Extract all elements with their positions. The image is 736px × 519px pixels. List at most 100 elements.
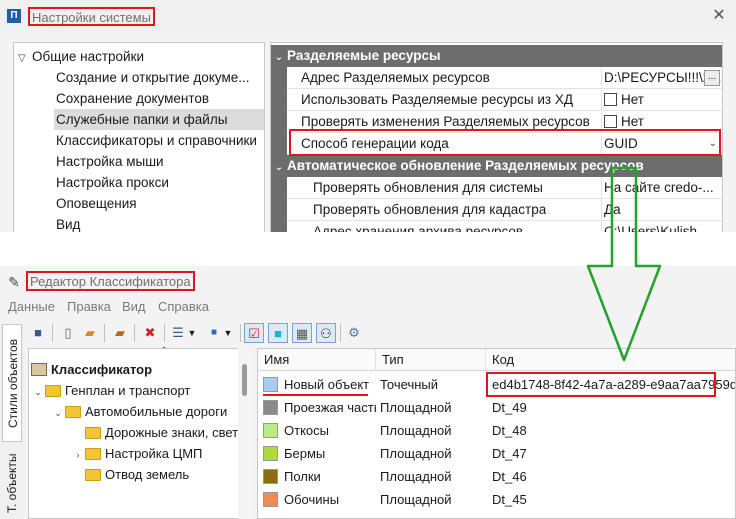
tree-scrollbar[interactable] bbox=[238, 348, 252, 519]
select-value: GUID bbox=[604, 136, 638, 151]
new-document-icon[interactable]: ▯ bbox=[58, 323, 78, 343]
table-row[interactable]: Бермы Площадной Dt_47 bbox=[258, 442, 735, 465]
open-folder-icon[interactable]: ▰ bbox=[110, 323, 130, 343]
cell-code: ed4b1748-8f42-4a7a-a289-e9aa7aa7959d bbox=[492, 377, 736, 392]
tab-object-styles[interactable]: Стили объектов bbox=[2, 324, 22, 442]
col-header-name[interactable]: Имя bbox=[258, 349, 376, 371]
close-icon[interactable]: ✕ bbox=[708, 5, 730, 27]
chevron-right-icon[interactable]: › bbox=[71, 445, 85, 466]
delete-icon[interactable]: ✖ bbox=[140, 323, 160, 343]
chevron-down-icon[interactable]: ▽ bbox=[18, 50, 32, 68]
cell-type: Точечный bbox=[380, 377, 438, 392]
tree-item[interactable]: Настройка прокси bbox=[54, 172, 264, 193]
table-row[interactable]: Проезжая часть Площадной Dt_49 bbox=[258, 396, 735, 419]
prop-row-check-changes[interactable]: Проверять изменения Разделяемых ресурсов… bbox=[271, 111, 722, 133]
checkbox[interactable] bbox=[604, 93, 617, 106]
prop-row-archive-address[interactable]: Адрес хранения архива ресурсов C:\Users\… bbox=[271, 221, 722, 232]
tree-node[interactable]: Дорожные знаки, свет bbox=[71, 422, 238, 443]
menu-help[interactable]: Справка bbox=[158, 297, 209, 317]
tree-root-general[interactable]: ▽ Общие настройки bbox=[18, 48, 144, 66]
prop-value[interactable]: На сайте credo-... bbox=[601, 177, 722, 199]
tree-item-selected[interactable]: Служебные папки и файлы bbox=[54, 109, 264, 130]
tree-root-label: Классификатор bbox=[51, 362, 153, 377]
col-header-code[interactable]: Код bbox=[486, 349, 735, 371]
tree-root-classifier[interactable]: Классификатор bbox=[31, 359, 152, 380]
category-label: Автоматическое обновление Разделяемых ре… bbox=[287, 158, 644, 173]
folder-icon bbox=[85, 469, 101, 481]
menu-edit[interactable]: Правка bbox=[67, 297, 111, 317]
tree-node[interactable]: ⌄ Автомобильные дороги bbox=[51, 401, 227, 422]
table-row[interactable]: Откосы Площадной Dt_48 bbox=[258, 419, 735, 442]
binoculars-icon[interactable]: ⚇ bbox=[316, 323, 336, 343]
save-icon[interactable]: ■ bbox=[28, 323, 48, 343]
menu-data[interactable]: Данные bbox=[8, 297, 55, 317]
chevron-down-icon[interactable]: ▼ bbox=[186, 323, 198, 343]
chevron-down-icon[interactable]: ⌄ bbox=[31, 382, 45, 403]
table-row[interactable]: Обочины Площадной Dt_45 bbox=[258, 488, 735, 511]
collapse-icon[interactable]: ⌄ bbox=[271, 47, 287, 69]
menu-view[interactable]: Вид bbox=[122, 297, 146, 317]
prop-value-check-changes[interactable]: Нет bbox=[601, 111, 722, 133]
toolbar-separator bbox=[134, 324, 135, 342]
prop-row-update-cadastre[interactable]: Проверять обновления для кадастра Да bbox=[271, 199, 722, 221]
col-header-type[interactable]: Тип bbox=[376, 349, 486, 371]
row-gutter bbox=[271, 133, 287, 155]
checkbox-label: Нет bbox=[621, 92, 644, 107]
tile-icon[interactable]: ▦ bbox=[292, 323, 312, 343]
tree-node[interactable]: ⌄ Генплан и транспорт bbox=[31, 380, 190, 401]
prop-value-address[interactable]: D:\РЕСУРСЫ!!!\2... ... bbox=[601, 67, 722, 89]
browse-button[interactable]: ... bbox=[704, 70, 720, 86]
classifier-tree: Классификатор ⌄ Генплан и транспорт ⌄ Авто… bbox=[28, 348, 250, 519]
toolbar: ■ ▯ ▰ ▰ ✖ ☰ ▼ ■ ▼ ☑ ■ ▦ ⚇ ⚙ bbox=[28, 320, 736, 346]
tree-node-label: Генплан и транспорт bbox=[65, 383, 191, 398]
chevron-down-icon[interactable]: ⌄ bbox=[709, 133, 717, 155]
tree-node[interactable]: Отвод земель bbox=[71, 464, 189, 485]
prop-value-use-shared[interactable]: Нет bbox=[601, 89, 722, 111]
prop-row-update-system[interactable]: Проверять обновления для системы На сайт… bbox=[271, 177, 722, 199]
small-square-icon[interactable]: ■ bbox=[204, 323, 224, 343]
settings-titlebar: П Настройки системы ✕ bbox=[0, 0, 736, 32]
network-icon[interactable]: ⚙ bbox=[344, 323, 364, 343]
code-generation-select[interactable]: GUID ⌄ bbox=[601, 133, 722, 155]
prop-name: Использовать Разделяемые ресурсы из ХД bbox=[301, 92, 574, 107]
tree-item[interactable]: Вид bbox=[54, 214, 264, 232]
prop-row-code-generation[interactable]: Способ генерации кода GUID ⌄ bbox=[271, 133, 722, 155]
chevron-down-icon[interactable]: ⌄ bbox=[51, 403, 65, 424]
tree-node-label: Отвод земель bbox=[105, 467, 190, 482]
prop-row-use-shared[interactable]: Использовать Разделяемые ресурсы из ХД Н… bbox=[271, 89, 722, 111]
color-swatch bbox=[263, 492, 278, 507]
prop-value[interactable]: Да bbox=[601, 199, 722, 221]
tree-item[interactable]: Классификаторы и справочники bbox=[54, 130, 264, 151]
editor-window-title: Редактор Классификатора bbox=[26, 271, 195, 291]
collapse-icon[interactable]: ⌄ bbox=[271, 157, 287, 179]
tree-node[interactable]: › Настройка ЦМП bbox=[71, 443, 203, 466]
tree-item[interactable]: Оповещения bbox=[54, 193, 264, 214]
tree-item[interactable]: Настройка мыши bbox=[54, 151, 264, 172]
list-view-icon[interactable]: ☰ bbox=[168, 323, 188, 343]
prop-name: Проверять изменения Разделяемых ресурсов bbox=[301, 114, 590, 129]
book-icon bbox=[31, 363, 47, 376]
fill-color-icon[interactable]: ■ bbox=[268, 323, 288, 343]
tree-item[interactable]: Сохранение документов bbox=[54, 88, 264, 109]
objects-grid: Имя Тип Код Новый объект Точечный ed4b17… bbox=[257, 348, 736, 519]
scrollbar-thumb[interactable] bbox=[242, 364, 247, 396]
folder-icon bbox=[65, 406, 81, 418]
row-gutter bbox=[271, 221, 287, 232]
checkbox[interactable] bbox=[604, 115, 617, 128]
prop-row-shared-address[interactable]: Адрес Разделяемых ресурсов D:\РЕСУРСЫ!!!… bbox=[271, 67, 722, 89]
table-row[interactable]: Новый объект Точечный ed4b1748-8f42-4a7a… bbox=[258, 373, 736, 396]
tab-t-objects[interactable]: Т. объекты bbox=[2, 448, 22, 518]
prop-value[interactable]: C:\Users\Kulish... bbox=[601, 221, 722, 232]
check-icon[interactable]: ☑ bbox=[244, 323, 264, 343]
table-row[interactable]: Полки Площадной Dt_46 bbox=[258, 465, 735, 488]
category-auto-update[interactable]: ⌄ Автоматическое обновление Разделяемых р… bbox=[271, 155, 722, 179]
chevron-down-icon[interactable]: ▼ bbox=[222, 323, 234, 343]
cell-name: Полки bbox=[284, 469, 321, 484]
new-folder-icon[interactable]: ▰ bbox=[80, 323, 100, 343]
row-gutter bbox=[271, 199, 287, 221]
tree-node-label: Дорожные знаки, свет bbox=[105, 425, 239, 440]
tree-node-label: Настройка ЦМП bbox=[105, 446, 203, 461]
category-shared-resources[interactable]: ⌄ Разделяемые ресурсы bbox=[271, 45, 722, 69]
tree-item[interactable]: Создание и открытие докуме... bbox=[54, 67, 264, 88]
category-label: Разделяемые ресурсы bbox=[287, 48, 441, 63]
